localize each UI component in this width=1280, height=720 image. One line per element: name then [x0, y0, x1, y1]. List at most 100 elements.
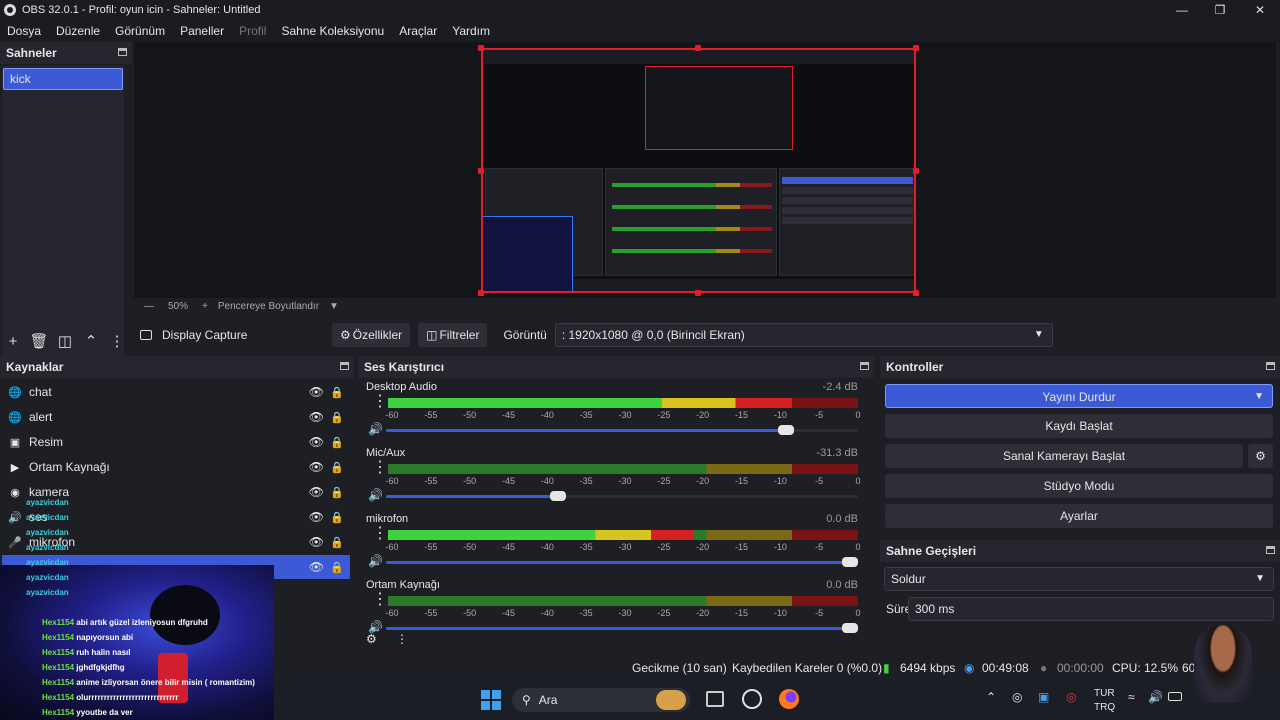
volume-slider[interactable] [386, 557, 858, 567]
windows-start-icon[interactable] [481, 690, 501, 710]
source-item[interactable]: ▶ Ortam Kaynağı 👁 🔒 [2, 455, 350, 479]
volume-icon[interactable]: 🔊 [368, 620, 383, 634]
scenes-list: kick [2, 66, 124, 366]
channel-menu-icon[interactable]: ⋮ [372, 526, 388, 542]
volume-slider-knob[interactable] [842, 623, 858, 633]
menu-tools[interactable]: Araçlar [399, 24, 437, 38]
channel-menu-icon[interactable]: ⋮ [372, 394, 388, 410]
resize-handle[interactable] [478, 290, 484, 296]
resize-handle[interactable] [913, 290, 919, 296]
more-icon[interactable]: ⋮ [104, 332, 130, 350]
volume-slider-knob[interactable] [778, 425, 795, 435]
obs-taskbar-icon[interactable] [742, 689, 762, 709]
meter-tick-label: -15 [734, 608, 749, 618]
volume-icon[interactable]: 🔊 [368, 488, 383, 502]
scene-item-kick[interactable]: kick [3, 68, 123, 90]
mic-icon[interactable]: ◎ [1066, 690, 1076, 704]
menu-help[interactable]: Yardım [452, 24, 490, 38]
menu-edit[interactable]: Düzenle [56, 24, 100, 38]
tray-icon[interactable]: ▣ [1038, 690, 1049, 704]
channel-menu-icon[interactable]: ⋮ [372, 460, 388, 476]
wifi-icon[interactable]: ≈ [1128, 690, 1135, 704]
lock-icon[interactable]: 🔒 [330, 511, 344, 524]
preview-canvas[interactable] [481, 48, 916, 293]
volume-slider-knob[interactable] [842, 557, 858, 567]
volume-slider[interactable] [386, 623, 858, 633]
lock-icon[interactable]: 🔒 [330, 386, 344, 399]
filters-button[interactable]: ◫ Filtreler [418, 323, 488, 347]
eye-icon[interactable]: 👁 [309, 485, 324, 499]
properties-button[interactable]: ⚙ Özellikler [332, 323, 411, 347]
chevron-down-icon[interactable]: ▼ [329, 301, 339, 312]
display-select[interactable]: : 1920x1080 @ 0,0 (Birincil Ekran) ▼ [554, 323, 1053, 347]
studio-mode-button[interactable]: Stüdyo Modu [885, 474, 1273, 498]
battery-icon[interactable] [1168, 692, 1182, 701]
eye-icon[interactable]: 👁 [309, 560, 324, 574]
stop-stream-button[interactable]: Yayını Durdur ▼ [885, 384, 1273, 408]
duration-spinbox[interactable]: 300 ms [908, 597, 1274, 621]
menu-scene-collection[interactable]: Sahne Koleksiyonu [281, 24, 384, 38]
lock-icon[interactable]: 🔒 [330, 436, 344, 449]
eye-icon[interactable]: 👁 [309, 460, 324, 474]
undock-icon[interactable] [340, 362, 349, 370]
firefox-icon[interactable] [779, 689, 799, 709]
volume-slider[interactable] [386, 491, 858, 501]
lock-icon[interactable]: 🔒 [330, 461, 344, 474]
lock-icon[interactable]: 🔒 [330, 411, 344, 424]
task-view-icon[interactable] [706, 691, 724, 707]
tray-icon[interactable]: ◎ [1012, 690, 1022, 704]
menu-view[interactable]: Görünüm [115, 24, 165, 38]
volume-icon[interactable]: 🔊 [368, 554, 383, 568]
zoom-in-button[interactable]: + [202, 301, 208, 312]
undock-icon[interactable] [118, 48, 127, 56]
filter-icon[interactable]: ◫ [52, 332, 78, 350]
volume-slider[interactable] [386, 425, 858, 435]
trash-icon[interactable]: 🗑 [26, 332, 52, 350]
volume-icon[interactable]: 🔊 [1148, 690, 1163, 704]
lock-icon[interactable]: 🔒 [330, 486, 344, 499]
taskbar-search[interactable]: ⚲ Ara [512, 688, 690, 712]
lang-indicator-2[interactable]: TRQ [1094, 702, 1115, 713]
resize-handle[interactable] [478, 45, 484, 51]
minimize-button[interactable]: — [1162, 0, 1202, 20]
undock-icon[interactable] [1266, 362, 1275, 370]
lang-indicator[interactable]: TUR [1094, 688, 1115, 699]
eye-icon[interactable]: 👁 [309, 510, 324, 524]
undock-icon[interactable] [1266, 546, 1275, 554]
virtualcam-settings-button[interactable]: ⚙ [1248, 444, 1273, 468]
eye-icon[interactable]: 👁 [309, 535, 324, 549]
lock-icon[interactable]: 🔒 [330, 536, 344, 549]
start-record-button[interactable]: Kaydı Başlat [885, 414, 1273, 438]
menu-file[interactable]: Dosya [7, 24, 41, 38]
eye-icon[interactable]: 👁 [309, 385, 324, 399]
transition-select[interactable]: Soldur ▼ [884, 567, 1274, 591]
resize-handle[interactable] [695, 45, 701, 51]
close-button[interactable]: ✕ [1240, 0, 1280, 20]
lock-icon[interactable]: 🔒 [330, 561, 344, 574]
start-virtualcam-button[interactable]: Sanal Kamerayı Başlat [885, 444, 1243, 468]
meter-tick-label: -40 [540, 608, 554, 618]
eye-icon[interactable]: 👁 [309, 410, 324, 424]
volume-slider-knob[interactable] [550, 491, 567, 501]
resize-handle[interactable] [478, 168, 484, 174]
source-item[interactable]: 🌐 chat 👁 🔒 [2, 380, 350, 404]
maximize-button[interactable]: ❐ [1200, 0, 1240, 20]
undock-icon[interactable] [860, 362, 869, 370]
chevron-up-icon[interactable]: ⌃ [78, 332, 104, 350]
zoom-out-button[interactable]: — [144, 301, 154, 312]
chevron-down-icon[interactable]: ▼ [1254, 385, 1264, 409]
fit-to-window-label[interactable]: Pencereye Boyutlandır [218, 301, 319, 312]
tray-chevron-icon[interactable]: ⌃ [986, 690, 996, 704]
eye-icon[interactable]: 👁 [309, 435, 324, 449]
menu-docks[interactable]: Paneller [180, 24, 224, 38]
add-icon[interactable]: + [0, 333, 26, 350]
settings-button[interactable]: Ayarlar [885, 504, 1273, 528]
menu-profile[interactable]: Profil [239, 24, 266, 38]
resize-handle[interactable] [913, 45, 919, 51]
resize-handle[interactable] [913, 168, 919, 174]
source-item[interactable]: ▣ Resim 👁 🔒 [2, 430, 350, 454]
resize-handle[interactable] [695, 290, 701, 296]
channel-menu-icon[interactable]: ⋮ [372, 592, 388, 608]
volume-icon[interactable]: 🔊 [368, 422, 383, 436]
source-item[interactable]: 🌐 alert 👁 🔒 [2, 405, 350, 429]
